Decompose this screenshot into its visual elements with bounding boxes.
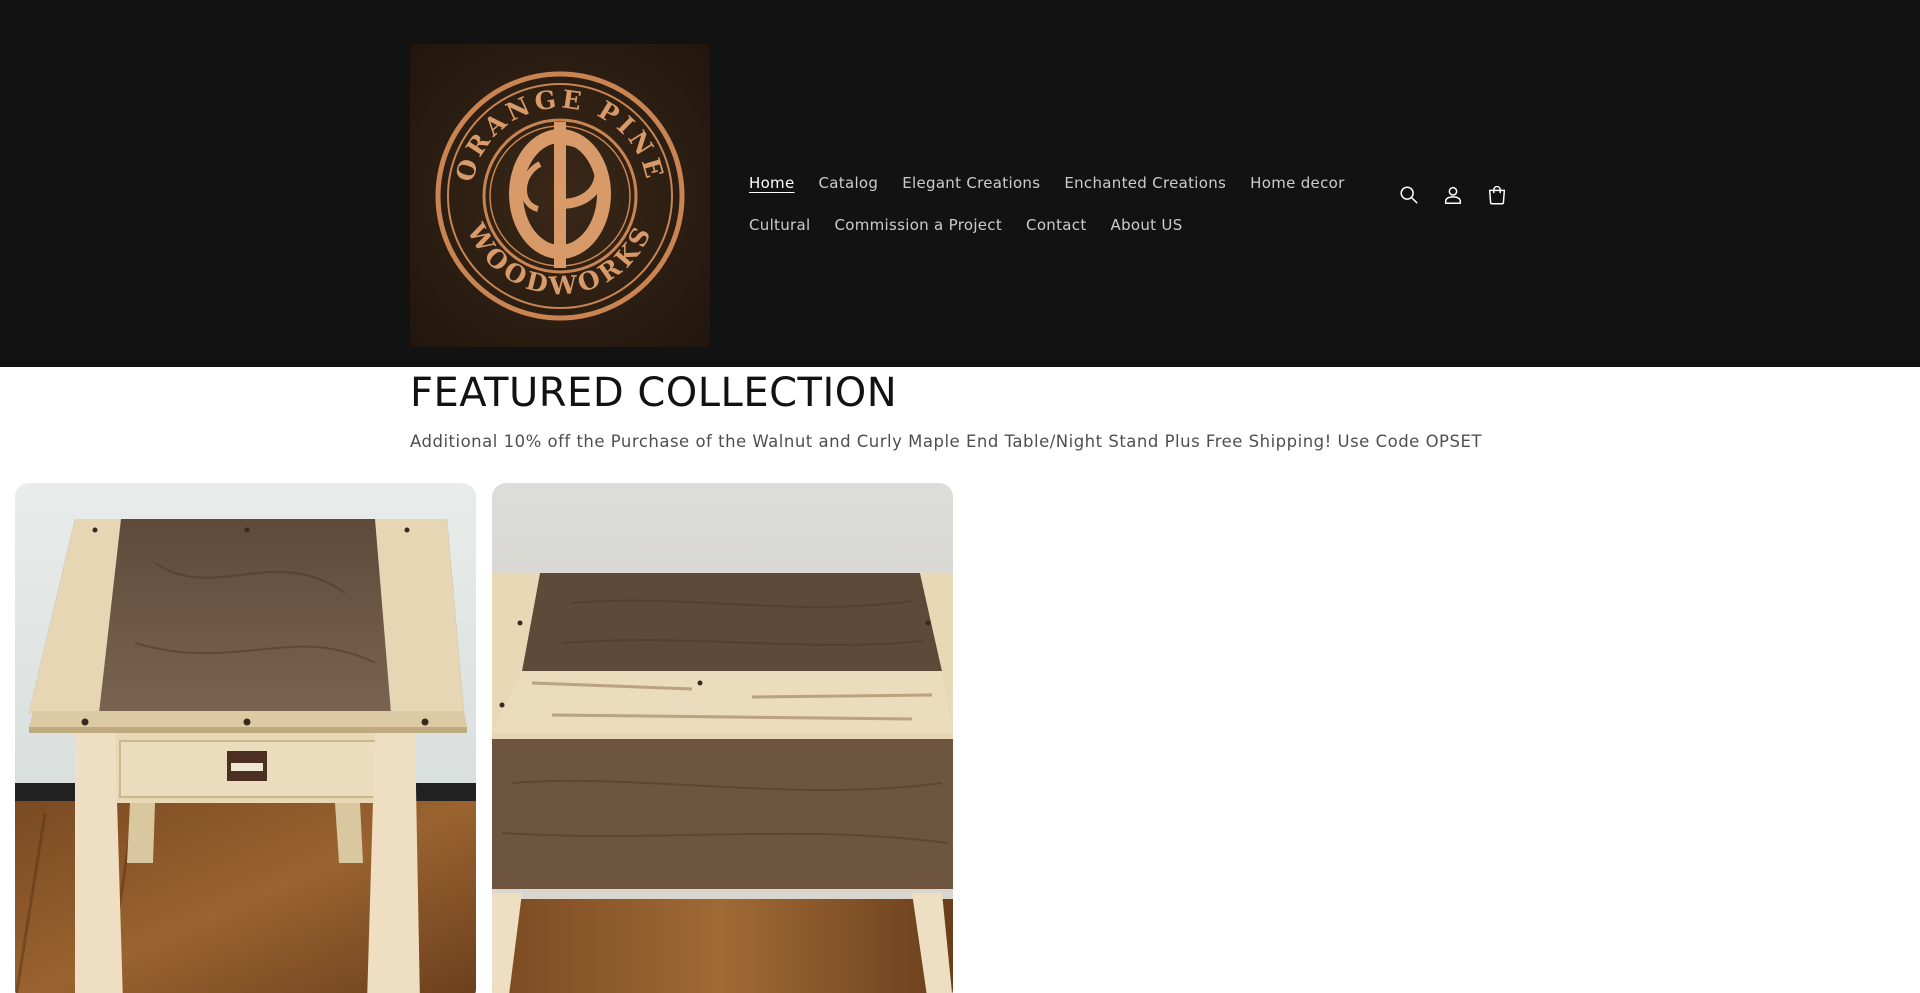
nav-item-cultural[interactable]: Cultural: [749, 216, 810, 234]
nav-item-enchanted-creations[interactable]: Enchanted Creations: [1064, 174, 1226, 192]
section-subtitle: Additional 10% off the Purchase of the W…: [410, 432, 1482, 451]
product-card[interactable]: [15, 483, 476, 993]
header-icons: [1387, 177, 1519, 213]
nav-item-contact[interactable]: Contact: [1026, 216, 1086, 234]
nav-item-about-us[interactable]: About US: [1111, 216, 1183, 234]
product-image: [15, 483, 476, 993]
search-icon: [1400, 186, 1418, 204]
main-nav: Home Catalog Elegant Creations Enchanted…: [749, 162, 1349, 246]
cart-button[interactable]: [1475, 177, 1519, 213]
product-card[interactable]: [492, 483, 953, 993]
section-title: FEATURED COLLECTION: [410, 370, 898, 416]
account-button[interactable]: [1431, 177, 1475, 213]
site-header: ORANGE PINE WOODWORKS Home Catalog Elega…: [0, 0, 1920, 367]
cart-icon: [1488, 185, 1506, 205]
nav-item-home-decor[interactable]: Home decor: [1250, 174, 1344, 192]
brand-logo[interactable]: ORANGE PINE WOODWORKS: [410, 44, 710, 347]
product-image: [492, 483, 953, 993]
nav-item-home[interactable]: Home: [749, 174, 795, 192]
orange-pine-woodworks-seal: ORANGE PINE WOODWORKS: [410, 44, 710, 347]
nav-item-commission-a-project[interactable]: Commission a Project: [834, 216, 1002, 234]
account-icon: [1444, 186, 1462, 204]
nav-row-2: Cultural Commission a Project Contact Ab…: [749, 204, 1349, 246]
nav-item-elegant-creations[interactable]: Elegant Creations: [902, 174, 1040, 192]
search-button[interactable]: [1387, 177, 1431, 213]
nav-item-catalog[interactable]: Catalog: [819, 174, 879, 192]
nav-row-1: Home Catalog Elegant Creations Enchanted…: [749, 162, 1349, 204]
